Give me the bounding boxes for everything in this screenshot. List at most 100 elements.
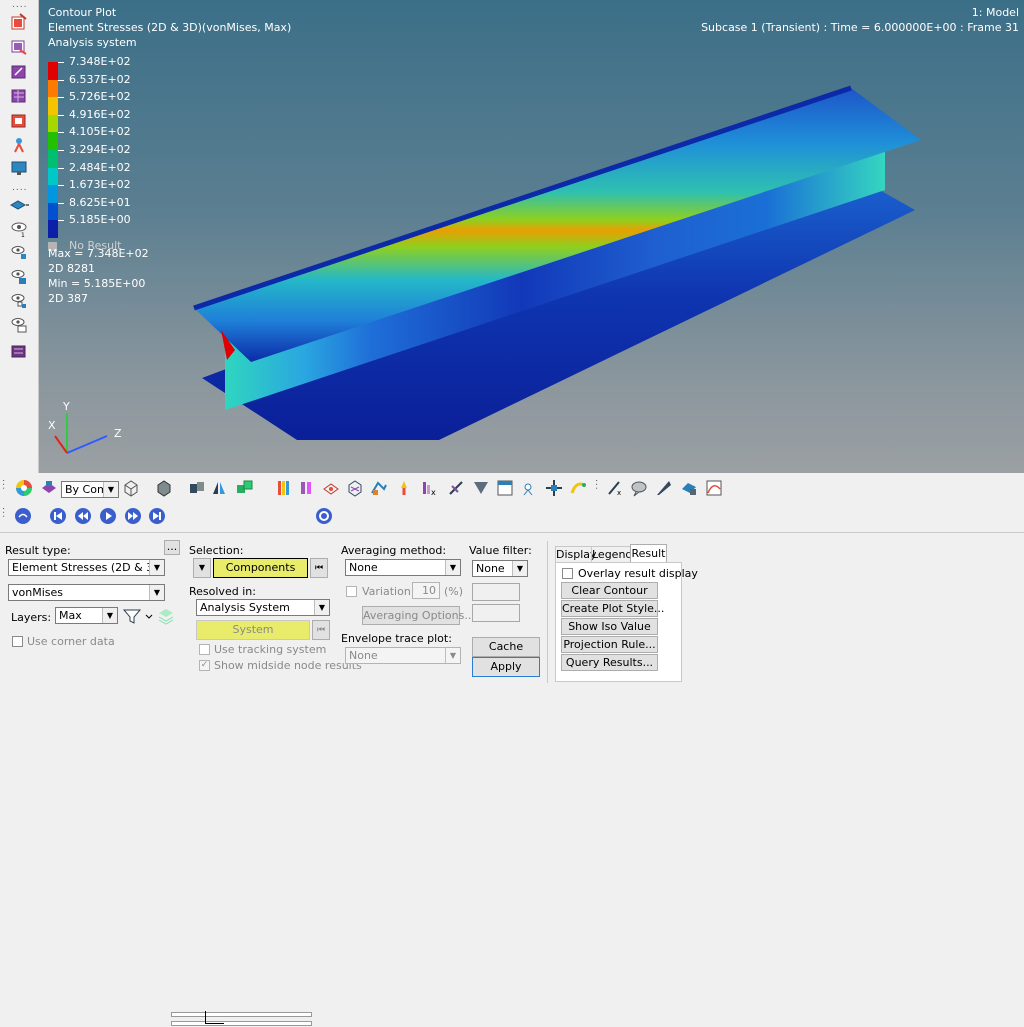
isolate-icon[interactable] [9,268,29,286]
display-mode-icon[interactable] [9,196,29,214]
vector-icon[interactable] [447,479,465,497]
variation-input[interactable]: 10 [412,582,440,599]
projection-rule-button[interactable]: Projection Rule... [561,636,658,653]
tensor-plot-icon[interactable] [9,87,29,105]
slider-track-bottom [171,1021,312,1026]
ibeam-model[interactable] [39,0,1024,473]
hide-icon[interactable] [9,244,29,262]
table-icon[interactable] [496,479,514,497]
variation-checkbox[interactable] [346,586,357,597]
value-filter-label: Value filter: [469,544,532,557]
play-icon[interactable] [99,507,117,525]
monitor-icon[interactable] [9,160,29,178]
use-tracking-system-checkbox[interactable] [199,644,210,655]
move-icon[interactable] [545,479,563,497]
next-frame-icon[interactable] [124,507,142,525]
show-iso-value-button[interactable]: Show Iso Value [561,618,658,635]
tab-display[interactable]: Display [555,546,597,563]
element-display-icon[interactable] [188,479,206,497]
deformed-shape-icon[interactable] [9,112,29,130]
results-toolbar: ... By Comp ▼ x ... x [0,474,1024,502]
component-color-icon[interactable] [40,479,58,497]
vector-plot-icon[interactable] [9,63,29,81]
overlay-result-label: Overlay result display [578,567,698,580]
toolbar-grip[interactable]: ... [593,479,603,497]
assign-result-icon[interactable] [9,38,29,56]
reset-system-button[interactable]: ⏮ [312,620,330,640]
tab-result[interactable]: Result [630,544,667,563]
measure-icon[interactable] [9,136,29,154]
previous-frame-icon[interactable] [74,507,92,525]
use-corner-data-label: Use corner data [27,635,115,648]
section-cut-icon[interactable] [322,479,340,497]
legend-bar-icon[interactable] [275,479,293,497]
system-selector-button[interactable]: System [196,620,310,640]
components-selector-button[interactable]: Components [213,558,308,578]
selection-dropdown-button[interactable]: ▼ [193,558,211,578]
reverse-display-icon[interactable] [9,292,29,310]
show-midside-checkbox[interactable]: ✓ [199,660,210,671]
result-tab-content: Overlay result display Clear Contour Cre… [555,562,698,682]
curve-icon[interactable] [705,479,723,497]
graphics-viewport[interactable]: Contour Plot Element Stresses (2D & 3D)(… [39,0,1024,473]
note-icon[interactable] [680,479,698,497]
tab-legend[interactable]: Legend [591,546,632,563]
last-frame-icon[interactable] [148,507,166,525]
slider-handle[interactable] [205,1011,224,1024]
first-frame-icon[interactable] [49,507,67,525]
show-midside-label: Show midside node results [214,659,362,672]
toolbar-grip[interactable]: ... [0,507,10,525]
annotation-icon[interactable] [630,479,648,497]
overlay-result-checkbox[interactable] [562,568,573,579]
animation-mode-icon[interactable] [14,507,32,525]
envelope-trace-select[interactable]: None ▼ [345,647,461,664]
tracking-icon[interactable] [395,479,413,497]
iso-surface-icon[interactable] [346,479,364,497]
create-plot-style-button[interactable]: Create Plot Style... [561,600,664,617]
clear-contour-button[interactable]: Clear Contour [561,582,658,599]
spline-icon[interactable] [570,479,588,497]
mask-icon[interactable] [9,342,29,360]
animation-settings-icon[interactable] [315,507,333,525]
contour-type-icon[interactable] [298,479,316,497]
component-select[interactable]: vonMises ▼ [8,584,165,601]
contour-icon[interactable] [9,13,29,31]
cache-button[interactable]: Cache [472,637,540,657]
query-icon[interactable]: x [606,479,624,497]
color-wheel-icon[interactable] [15,479,33,497]
query-results-button[interactable]: Query Results... [561,654,658,671]
use-corner-data-checkbox[interactable] [12,636,23,647]
layers-stack-icon[interactable] [157,607,175,625]
streamline-icon[interactable] [370,479,388,497]
reset-selection-button[interactable]: ⏮ [310,558,328,578]
tensor-icon[interactable]: x [420,479,438,497]
filter-min-field[interactable] [472,604,520,622]
measure-tool-icon[interactable] [655,479,673,497]
apply-button[interactable]: Apply [472,657,540,677]
toolbar-grip[interactable]: .... [12,184,28,193]
probe-icon[interactable] [520,479,538,497]
result-type-more-button[interactable]: ... [164,540,180,555]
averaging-options-button[interactable]: Averaging Options... [362,606,475,625]
toolbar-grip[interactable]: .... [12,1,28,10]
layers-select[interactable]: Max ▼ [55,607,118,624]
chevron-down-icon: ▼ [102,608,117,623]
resolved-in-select[interactable]: Analysis System ▼ [196,599,330,616]
add-component-icon[interactable] [236,479,254,497]
use-tracking-system-label: Use tracking system [214,643,327,656]
show-icon[interactable]: 1 [9,220,29,238]
shaded-mode-icon[interactable] [155,479,173,497]
envelope-trace-label: Envelope trace plot: [341,632,452,645]
value-filter-select[interactable]: None ▼ [472,560,528,577]
frame-slider[interactable] [171,1009,312,1027]
filter-max-field[interactable] [472,583,520,601]
filter-icon[interactable] [122,607,153,625]
mirror-icon[interactable] [210,479,228,497]
toolbar-grip[interactable]: ... [0,479,10,497]
averaging-method-select[interactable]: None ▼ [345,559,461,576]
wireframe-icon[interactable] [122,479,140,497]
flow-icon[interactable] [472,479,490,497]
show-all-icon[interactable] [9,316,29,334]
result-type-select[interactable]: Element Stresses (2D & 3D) (t) ▼ [8,559,165,576]
color-mode-select[interactable]: By Comp ▼ [61,481,119,498]
